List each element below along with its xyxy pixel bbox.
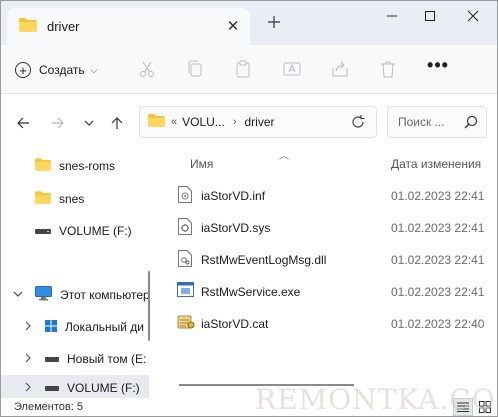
plus-icon	[268, 16, 280, 28]
sidebar-item-snes[interactable]: snes	[1, 186, 149, 212]
file-name: RstMwService.exe	[201, 285, 301, 299]
file-date: 01.02.2023 22:41	[391, 253, 485, 267]
file-row[interactable]: RstMwEventLogMsg.dll 01.02.2023 22:41	[151, 245, 497, 273]
search-box[interactable]: Поиск ...	[387, 106, 487, 138]
sidebar-item-snes-roms[interactable]: snes-roms	[1, 153, 149, 179]
computer-icon	[35, 286, 52, 304]
minimize-button[interactable]	[372, 1, 412, 31]
sys-file-icon	[178, 218, 192, 238]
share-icon[interactable]	[330, 59, 350, 79]
exe-file-icon	[177, 282, 194, 300]
maximize-icon	[425, 11, 435, 21]
horizontal-scrollbar[interactable]	[179, 384, 354, 386]
chevron-down-icon[interactable]	[13, 289, 23, 302]
tab-title: driver	[47, 19, 80, 34]
file-date: 01.02.2023 22:41	[391, 221, 485, 235]
sidebar-scrollbar[interactable]	[148, 271, 150, 341]
folder-icon	[35, 158, 51, 174]
delete-icon[interactable]	[378, 59, 398, 79]
command-bar: + Создать ⌵ •••	[1, 45, 497, 94]
tiles-view-icon[interactable]	[475, 398, 495, 416]
file-row[interactable]: iaStorVD.cat 01.02.2023 22:40	[151, 309, 497, 337]
chevron-down-icon: ⌵	[90, 64, 98, 75]
sidebar-item-volume-f[interactable]: VOLUME (F:)	[1, 218, 149, 244]
sidebar-item-this-pc[interactable]: Этот компьютер	[1, 282, 149, 308]
address-bar[interactable]: « VOLU... › driver	[139, 106, 377, 138]
sidebar-item-local-disk[interactable]: Локальный ди	[1, 314, 149, 340]
chevron-right-icon[interactable]	[23, 321, 33, 334]
maximize-button[interactable]	[410, 1, 450, 31]
more-options-button[interactable]: •••	[426, 56, 450, 79]
sort-ascending-icon: ︿	[279, 151, 289, 162]
close-icon	[467, 10, 479, 22]
drive-icon	[35, 224, 51, 238]
plus-circle-icon: +	[15, 62, 31, 78]
tab-driver[interactable]: driver ✕	[7, 8, 250, 45]
status-bar: Элементов: 5	[1, 398, 497, 416]
chevron-right-icon[interactable]	[23, 353, 33, 366]
title-bar: driver ✕	[1, 1, 497, 45]
new-tab-button[interactable]	[264, 14, 284, 34]
details-view-icon[interactable]	[453, 398, 473, 416]
sidebar-item-label: snes	[59, 192, 85, 206]
minimize-icon	[387, 15, 397, 17]
arrow-up-icon[interactable]	[108, 114, 126, 132]
column-header-date[interactable]: Дата изменения	[391, 157, 481, 171]
breadcrumb-separator[interactable]: ›	[233, 116, 237, 128]
sidebar-item-label: VOLUME (F:)	[67, 381, 140, 395]
drive-icon	[45, 381, 59, 395]
navigation-pane: snes-roms snes VOLUME (F:) Этот компьюте…	[1, 151, 151, 401]
inf-file-icon	[178, 186, 192, 206]
drive-icon	[45, 352, 59, 366]
breadcrumb-overflow[interactable]: «	[171, 116, 177, 128]
cut-icon[interactable]	[137, 59, 157, 79]
file-name: RstMwEventLogMsg.dll	[201, 253, 327, 267]
chevron-down-icon[interactable]	[80, 114, 98, 132]
folder-icon	[19, 18, 37, 35]
close-button[interactable]	[453, 1, 493, 31]
breadcrumb-folder[interactable]: driver	[244, 115, 274, 129]
sidebar-item-label: Этот компьютер	[60, 288, 149, 302]
file-date: 01.02.2023 22:40	[391, 317, 485, 331]
file-name: iaStorVD.sys	[201, 221, 271, 235]
item-count: Элементов: 5	[14, 401, 83, 413]
navigation-row: « VOLU... › driver Поиск ...	[1, 94, 497, 151]
file-date: 01.02.2023 22:41	[391, 189, 485, 203]
explorer-window: driver ✕ + Создать ⌵ ••• « VOLU... › dri…	[0, 0, 498, 417]
sidebar-item-label: snes-roms	[59, 159, 116, 173]
copy-icon[interactable]	[185, 59, 205, 79]
refresh-icon[interactable]	[350, 114, 366, 133]
sidebar-item-new-volume-e[interactable]: Новый том (E:	[1, 346, 149, 372]
arrow-right-icon[interactable]	[49, 114, 67, 132]
rename-icon[interactable]	[282, 59, 302, 79]
sidebar-item-label: Локальный ди	[65, 320, 144, 334]
file-name: iaStorVD.cat	[201, 317, 269, 331]
file-row[interactable]: iaStorVD.sys 01.02.2023 22:41	[151, 213, 497, 241]
close-icon[interactable]: ✕	[224, 17, 242, 35]
chevron-right-icon[interactable]	[23, 382, 33, 395]
create-button[interactable]: + Создать ⌵	[15, 57, 97, 83]
search-placeholder: Поиск ...	[398, 115, 445, 129]
cat-file-icon	[177, 314, 195, 333]
windows-drive-icon	[45, 319, 57, 335]
file-date: 01.02.2023 22:41	[391, 285, 485, 299]
file-row[interactable]: RstMwService.exe 01.02.2023 22:41	[151, 277, 497, 305]
folder-icon	[35, 191, 51, 207]
breadcrumb-drive[interactable]: VOLU...	[182, 115, 225, 129]
column-header-name[interactable]: Имя	[190, 157, 213, 171]
file-list: ︿ Имя Дата изменения iaStorVD.inf 01.02.…	[151, 151, 497, 398]
sidebar-item-label: VOLUME (F:)	[59, 224, 132, 238]
sidebar-item-label: Новый том (E:	[67, 352, 147, 366]
create-label: Создать	[39, 63, 85, 77]
arrow-left-icon[interactable]	[14, 114, 32, 132]
search-icon[interactable]	[464, 115, 478, 132]
file-name: iaStorVD.inf	[201, 189, 266, 203]
dll-file-icon	[178, 250, 192, 270]
paste-icon[interactable]	[233, 59, 253, 79]
file-row[interactable]: iaStorVD.inf 01.02.2023 22:41	[151, 181, 497, 209]
folder-icon	[148, 114, 165, 130]
